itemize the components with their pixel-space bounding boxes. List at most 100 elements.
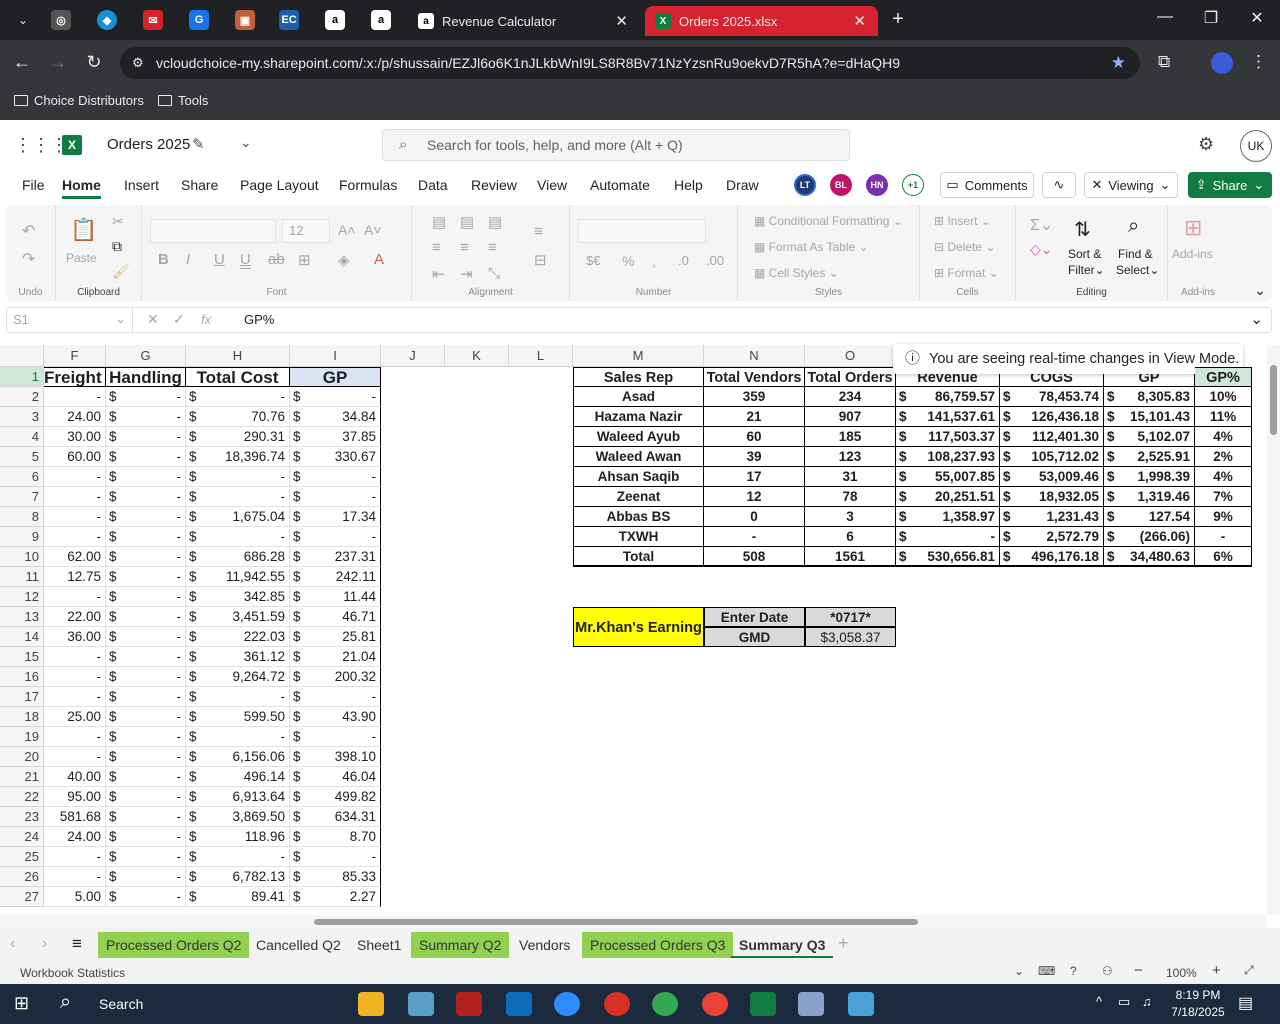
gp-cell[interactable]: $85.33 bbox=[290, 867, 381, 887]
gp-cell[interactable]: $330.67 bbox=[290, 447, 381, 467]
summary-cell[interactable]: - bbox=[704, 527, 805, 547]
align-middle-icon[interactable]: ▤ bbox=[460, 213, 474, 231]
file-explorer-icon[interactable] bbox=[358, 992, 384, 1016]
tray-chevron-icon[interactable]: ^ bbox=[1096, 994, 1102, 1009]
handling-cell[interactable]: $ - bbox=[106, 667, 186, 687]
handling-cell[interactable]: $ - bbox=[106, 407, 186, 427]
menu-insert[interactable]: Insert bbox=[124, 177, 159, 193]
freight-cell[interactable]: - bbox=[44, 847, 106, 867]
collaborator-avatar[interactable]: LT bbox=[794, 174, 816, 196]
menu-page-layout[interactable]: Page Layout bbox=[240, 177, 319, 193]
feedback-icon[interactable]: ⚇ bbox=[1102, 964, 1113, 978]
undo-icon[interactable]: ↶ bbox=[22, 221, 35, 241]
summary-currency-cell[interactable]: $20,251.51 bbox=[896, 487, 1000, 507]
select-all-corner[interactable] bbox=[0, 345, 44, 367]
search-icon[interactable]: ⌕ bbox=[60, 991, 71, 1014]
underline-icon[interactable]: U bbox=[214, 251, 225, 268]
row-header[interactable]: 21 bbox=[0, 767, 44, 787]
total-cost-cell[interactable]: $342.85 bbox=[186, 587, 290, 607]
column-header[interactable]: K bbox=[445, 345, 509, 367]
sales-rep-cell[interactable]: Waleed Ayub bbox=[573, 427, 704, 447]
sheet-tab-active[interactable]: Summary Q3 bbox=[731, 932, 834, 958]
handling-cell[interactable]: $ - bbox=[106, 767, 186, 787]
tab-revenue-calculator[interactable]: a Revenue Calculator ✕ bbox=[408, 6, 640, 36]
earning-label[interactable]: Mr.Khan's Earning bbox=[573, 607, 704, 647]
chrome-icon[interactable] bbox=[652, 992, 678, 1016]
total-cost-cell[interactable]: $9,264.72 bbox=[186, 667, 290, 687]
gp-cell[interactable]: $499.82 bbox=[290, 787, 381, 807]
close-window-icon[interactable]: ✕ bbox=[1242, 8, 1272, 28]
handling-cell[interactable]: $ - bbox=[106, 887, 186, 907]
total-cost-cell[interactable]: $686.28 bbox=[186, 547, 290, 567]
summary-cell[interactable]: 21 bbox=[704, 407, 805, 427]
summary-currency-cell[interactable]: $1,231.43 bbox=[1000, 507, 1104, 527]
total-cost-cell[interactable]: $496.14 bbox=[186, 767, 290, 787]
sheet-tab[interactable]: Sheet1 bbox=[349, 932, 409, 958]
column-header[interactable]: J bbox=[381, 345, 445, 367]
vertical-scrollbar[interactable] bbox=[1267, 345, 1280, 915]
header-handling[interactable]: Handling bbox=[106, 367, 186, 387]
extensions-icon[interactable]: ⧉ bbox=[1158, 52, 1170, 72]
sheet-tab[interactable]: Summary Q2 bbox=[411, 932, 510, 958]
gp-cell[interactable]: $ - bbox=[290, 847, 381, 867]
summary-currency-cell[interactable]: $34,480.63 bbox=[1104, 547, 1195, 567]
filezilla-icon[interactable] bbox=[456, 992, 482, 1016]
app-icon[interactable] bbox=[408, 992, 434, 1016]
column-header[interactable]: O bbox=[805, 345, 896, 367]
total-cost-cell[interactable]: $11,942.55 bbox=[186, 567, 290, 587]
sheet-tab[interactable]: Cancelled Q2 bbox=[248, 932, 349, 958]
column-header[interactable]: F bbox=[44, 345, 106, 367]
fullscreen-icon[interactable]: ⤢ bbox=[1244, 963, 1254, 978]
decrease-decimal-icon[interactable]: .00 bbox=[706, 253, 724, 268]
summary-cell[interactable]: 6 bbox=[805, 527, 896, 547]
taskbar-search-label[interactable]: Search bbox=[99, 996, 143, 1012]
wrap-text-icon[interactable]: ≡ bbox=[534, 223, 543, 240]
share-button[interactable]: ⇪ Share ⌄ bbox=[1188, 172, 1272, 198]
handling-cell[interactable]: $ - bbox=[106, 427, 186, 447]
edit-title-icon[interactable]: ✎ bbox=[192, 135, 205, 153]
freight-cell[interactable]: 62.00 bbox=[44, 547, 106, 567]
summary-header[interactable]: Total Vendors bbox=[704, 367, 805, 387]
total-cost-cell[interactable]: $18,396.74 bbox=[186, 447, 290, 467]
gp-cell[interactable]: $37.85 bbox=[290, 427, 381, 447]
collaborator-avatar[interactable]: BL bbox=[830, 174, 852, 196]
summary-cell[interactable]: 0 bbox=[704, 507, 805, 527]
summary-currency-cell[interactable]: $1,358.97 bbox=[896, 507, 1000, 527]
total-cost-cell[interactable]: $3,869.50 bbox=[186, 807, 290, 827]
more-collaborators[interactable]: +1 bbox=[902, 174, 924, 196]
clock-time[interactable]: 8:19 PM bbox=[1170, 988, 1226, 1002]
gp-cell[interactable]: $21.04 bbox=[290, 647, 381, 667]
summary-currency-cell[interactable]: $126,436.18 bbox=[1000, 407, 1104, 427]
row-header[interactable]: 27 bbox=[0, 887, 44, 907]
row-header[interactable]: 18 bbox=[0, 707, 44, 727]
total-cost-cell[interactable]: $ - bbox=[186, 847, 290, 867]
format-cells-button[interactable]: ⊞ Format ⌄ bbox=[934, 266, 999, 280]
handling-cell[interactable]: $ - bbox=[106, 707, 186, 727]
comments-button[interactable]: ▭ Comments bbox=[940, 172, 1034, 198]
autosum-icon[interactable]: Σ⌄ bbox=[1030, 215, 1053, 235]
handling-cell[interactable]: $ - bbox=[106, 627, 186, 647]
row-header[interactable]: 17 bbox=[0, 687, 44, 707]
sales-rep-cell[interactable]: Total bbox=[573, 547, 704, 567]
freight-cell[interactable]: 24.00 bbox=[44, 407, 106, 427]
excel-logo-icon[interactable]: X bbox=[62, 135, 82, 155]
handling-cell[interactable]: $ - bbox=[106, 607, 186, 627]
summary-currency-cell[interactable]: $2,525.91 bbox=[1104, 447, 1195, 467]
row-header[interactable]: 11 bbox=[0, 567, 44, 587]
summary-currency-cell[interactable]: $1,319.46 bbox=[1104, 487, 1195, 507]
zoom-icon[interactable] bbox=[554, 992, 580, 1016]
summary-cell[interactable]: 11% bbox=[1195, 407, 1252, 427]
file-title[interactable]: Orders 2025 bbox=[107, 136, 190, 153]
spreadsheet-grid[interactable]: FGHIJKLMNO 1 2 3 4 5 6 7 8 9 10 11 12 13 14 15 16 17 18 19… bbox=[0, 345, 1266, 915]
summary-cell[interactable]: 508 bbox=[704, 547, 805, 567]
decrease-font-icon[interactable]: A˅ bbox=[364, 222, 382, 238]
summary-cell[interactable]: 17 bbox=[704, 467, 805, 487]
forward-icon[interactable]: → bbox=[46, 52, 70, 73]
calculator-icon[interactable] bbox=[798, 992, 824, 1016]
bookmark-tools[interactable]: Tools bbox=[158, 93, 208, 108]
sales-rep-cell[interactable]: Hazama Nazir bbox=[573, 407, 704, 427]
summary-cell[interactable]: 2% bbox=[1195, 447, 1252, 467]
expand-formula-icon[interactable]: ⌄ bbox=[1250, 310, 1263, 328]
tab-orders-2025[interactable]: X Orders 2025.xlsx ✕ bbox=[645, 6, 878, 36]
summary-cell[interactable]: - bbox=[1195, 527, 1252, 547]
